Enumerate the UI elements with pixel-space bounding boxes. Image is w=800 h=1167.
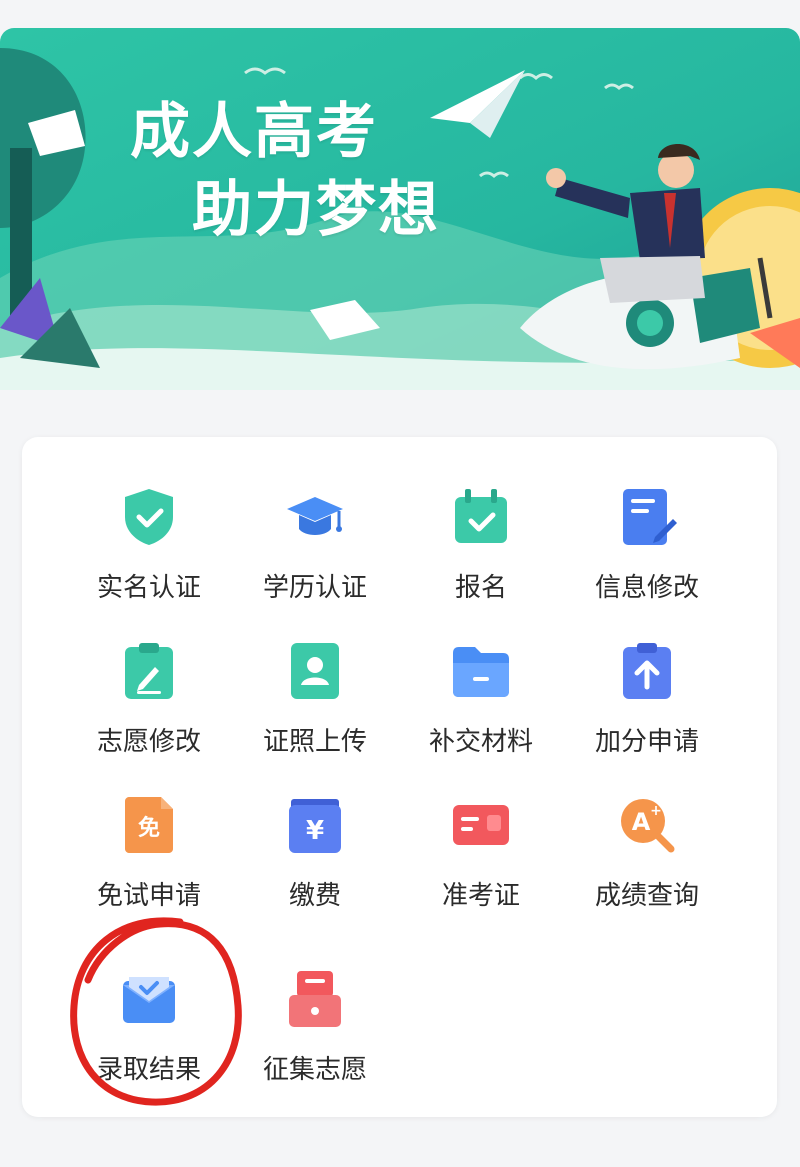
service-label: 加分申请 xyxy=(594,727,699,757)
drawer-icon xyxy=(289,971,341,1027)
service-grid: 实名认证 学历认证 报名 信息修改 志愿修改 证照上传 补交材料 加分申请 免 … xyxy=(22,437,777,1117)
service-label: 学历认证 xyxy=(262,573,367,603)
service-item-info-edit[interactable]: 信息修改 xyxy=(564,475,730,615)
envelope-check-icon xyxy=(123,977,175,1023)
service-item-preference-edit[interactable]: 志愿修改 xyxy=(66,629,232,769)
calendar-check-icon xyxy=(455,489,507,543)
service-item-education-auth[interactable]: 学历认证 xyxy=(232,475,398,615)
svg-text:¥: ¥ xyxy=(306,816,324,846)
clipboard-up-icon xyxy=(623,643,671,699)
service-item-photo-upload[interactable]: 证照上传 xyxy=(232,629,398,769)
service-item-solicit-preferences[interactable]: 征集志愿 xyxy=(232,957,398,1097)
service-grid-card: 实名认证 学历认证 报名 信息修改 志愿修改 证照上传 补交材料 加分申请 免 … xyxy=(22,437,777,1117)
svg-text:免: 免 xyxy=(138,815,160,841)
service-label: 实名认证 xyxy=(96,573,201,603)
service-item-bonus-points[interactable]: 加分申请 xyxy=(564,629,730,769)
service-item-exam-exemption[interactable]: 免 免试申请 xyxy=(66,783,232,923)
svg-text:+: + xyxy=(650,803,662,819)
service-label: 免试申请 xyxy=(96,881,201,911)
service-item-score-query[interactable]: A + 成绩查询 xyxy=(564,783,730,923)
service-label: 志愿修改 xyxy=(96,727,201,757)
service-item-admission-result[interactable]: 录取结果 xyxy=(66,957,232,1097)
service-label: 成绩查询 xyxy=(594,881,699,911)
exempt-document-icon: 免 xyxy=(125,797,173,853)
service-label: 准考证 xyxy=(441,881,520,911)
yuan-wallet-icon: ¥ xyxy=(289,799,341,853)
service-label: 录取结果 xyxy=(96,1055,201,1085)
grade-search-icon: A + xyxy=(621,799,675,853)
document-edit-icon xyxy=(623,489,677,545)
service-label: 征集志愿 xyxy=(262,1055,367,1085)
admission-card-icon xyxy=(453,805,509,845)
service-item-registration[interactable]: 报名 xyxy=(398,475,564,615)
service-item-real-name-auth[interactable]: 实名认证 xyxy=(66,475,232,615)
service-label: 报名 xyxy=(454,573,507,603)
service-item-supplement-materials[interactable]: 补交材料 xyxy=(398,629,564,769)
service-label: 缴费 xyxy=(288,881,341,911)
banner-title-line1: 成人高考 xyxy=(130,97,378,167)
service-label: 补交材料 xyxy=(428,727,533,757)
shield-check-icon xyxy=(125,489,173,545)
folder-icon xyxy=(453,647,509,697)
id-photo-icon xyxy=(291,643,339,699)
banner-title-line2: 助力梦想 xyxy=(192,175,440,245)
clipboard-edit-icon xyxy=(125,643,173,699)
service-item-admission-ticket[interactable]: 准考证 xyxy=(398,783,564,923)
svg-text:A: A xyxy=(632,808,651,836)
service-label: 证照上传 xyxy=(262,727,367,757)
banner[interactable]: 成人高考 助力梦想 xyxy=(0,28,800,390)
graduation-cap-icon xyxy=(287,497,343,535)
service-label: 信息修改 xyxy=(594,573,699,603)
service-item-payment[interactable]: ¥ 缴费 xyxy=(232,783,398,923)
